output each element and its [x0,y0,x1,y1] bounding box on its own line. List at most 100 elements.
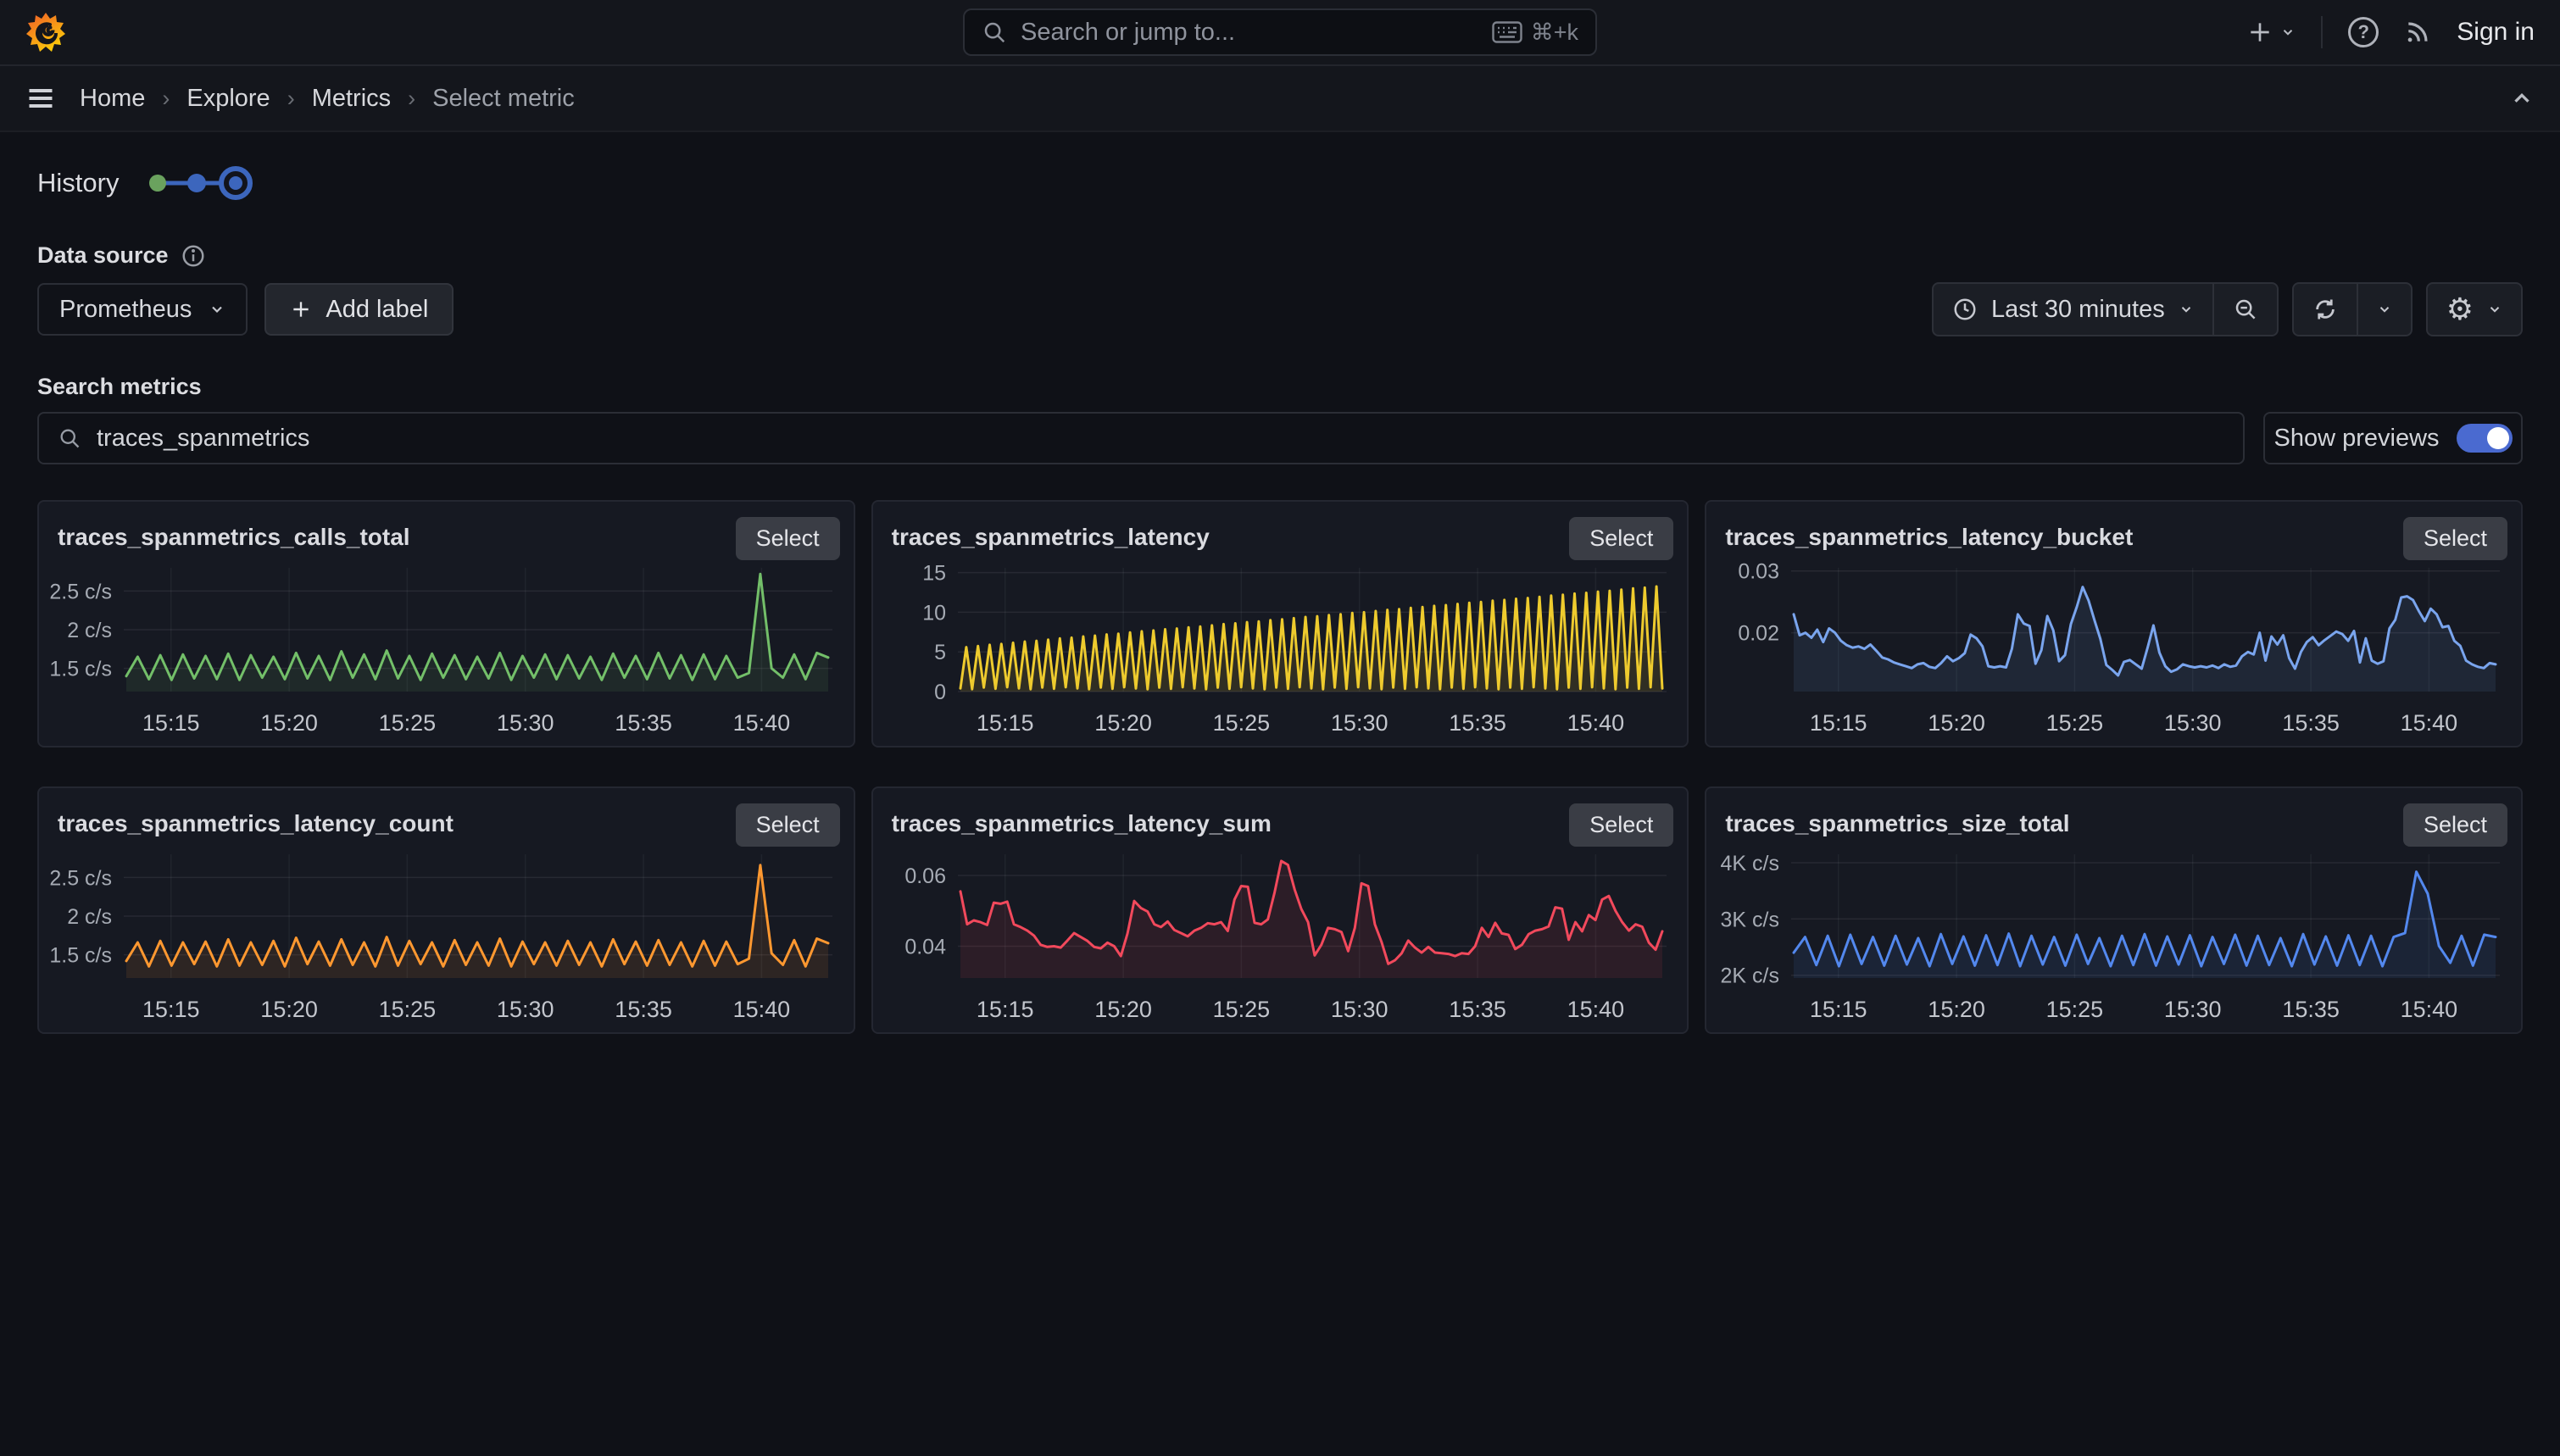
breadcrumb: Home › Explore › Metrics › Select metric [80,85,575,113]
svg-text:15:15: 15:15 [1810,710,1867,736]
svg-text:15:25: 15:25 [379,997,437,1022]
shortcut-label: ⌘+k [1531,19,1578,46]
add-new-button[interactable] [2246,19,2296,46]
zoom-out-button[interactable] [2212,284,2277,335]
settings-group: ⚙ [2426,282,2523,336]
svg-text:2 c/s: 2 c/s [67,905,112,929]
svg-text:0.02: 0.02 [1739,622,1780,646]
svg-text:0: 0 [934,681,946,704]
panel-title: traces_spanmetrics_size_total [1725,803,2069,837]
svg-text:0.04: 0.04 [904,936,946,959]
svg-text:2.5 c/s: 2.5 c/s [49,866,112,890]
data-source-label: Data source [37,242,169,269]
refresh-button[interactable] [2294,284,2357,335]
select-metric-button[interactable]: Select [2403,803,2507,847]
chevron-down-icon [209,301,225,318]
svg-text:15:15: 15:15 [142,997,200,1022]
zoom-out-icon [2233,297,2258,322]
top-nav-bar: Search or jump to... ⌘+k ? Sign in [0,0,2560,66]
grafana-logo[interactable] [25,12,66,53]
svg-text:15:30: 15:30 [497,997,554,1022]
metric-panel-latency-bucket: traces_spanmetrics_latency_bucket Select… [1705,500,2523,747]
svg-text:15:30: 15:30 [1331,997,1389,1022]
breadcrumb-home[interactable]: Home [80,85,145,113]
time-range-group: Last 30 minutes [1932,282,2279,336]
explore-metrics-page: History Data source Prometheus Add label [0,163,2560,1034]
svg-text:15:20: 15:20 [1094,710,1152,736]
svg-text:3K c/s: 3K c/s [1721,908,1779,931]
global-search-placeholder: Search or jump to... [1021,19,1235,47]
info-icon[interactable] [181,243,206,269]
svg-text:15:35: 15:35 [615,997,672,1022]
chevron-down-icon [2280,25,2296,40]
collapse-chevron-up-icon[interactable] [2509,86,2535,111]
metric-preview-chart: 1.5 c/s 2 c/s 2.5 c/s 15:15 15:20 15:25 15:30 1… [46,847,843,1029]
breadcrumb-separator: › [162,86,170,112]
svg-text:15:25: 15:25 [2046,997,2104,1022]
svg-text:15:15: 15:15 [1810,997,1867,1022]
breadcrumb-metrics[interactable]: Metrics [312,85,391,113]
data-source-value: Prometheus [59,296,192,324]
breadcrumb-select-metric: Select metric [432,85,575,113]
breadcrumb-separator: › [287,86,295,112]
refresh-icon [2312,297,2338,322]
svg-text:2.5 c/s: 2.5 c/s [49,580,112,603]
show-previews-label: Show previews [2273,425,2439,453]
svg-text:15:40: 15:40 [733,997,791,1022]
global-search-input[interactable]: Search or jump to... ⌘+k [963,8,1597,56]
metric-panel-latency: traces_spanmetrics_latency Select 051015… [871,500,1689,747]
history-step-mid [187,174,206,192]
plus-icon [290,298,312,320]
add-label-button[interactable]: Add label [264,283,454,336]
svg-text:15:15: 15:15 [142,710,200,736]
panel-title: traces_spanmetrics_latency_count [58,803,454,837]
news-rss-icon[interactable] [2404,19,2431,46]
svg-text:15:40: 15:40 [2401,997,2458,1022]
svg-text:15:20: 15:20 [1094,997,1152,1022]
select-metric-button[interactable]: Select [736,803,840,847]
show-previews-toggle[interactable] [2457,424,2513,453]
metric-preview-chart: 1.5 c/s2 c/s2.5 c/s15:1515:2015:2515:301… [46,561,843,742]
select-metric-button[interactable]: Select [736,517,840,560]
svg-text:15:35: 15:35 [2283,710,2340,736]
data-source-picker[interactable]: Prometheus [37,283,248,336]
svg-text:15:35: 15:35 [2283,997,2340,1022]
keyboard-icon [1492,21,1522,43]
search-icon [982,19,1007,45]
svg-text:15:30: 15:30 [2164,710,2222,736]
history-timeline[interactable] [146,163,258,203]
svg-text:15:35: 15:35 [615,710,672,736]
clock-icon [1952,297,1978,322]
sign-in-link[interactable]: Sign in [2457,18,2535,47]
svg-text:2K c/s: 2K c/s [1721,964,1779,988]
breadcrumb-explore[interactable]: Explore [186,85,270,113]
select-metric-button[interactable]: Select [1569,517,1673,560]
time-range-picker[interactable]: Last 30 minutes [1934,284,2212,335]
svg-text:1.5 c/s: 1.5 c/s [49,944,112,968]
time-range-value: Last 30 minutes [1991,296,2165,324]
select-metric-button[interactable]: Select [1569,803,1673,847]
svg-text:15:20: 15:20 [260,997,318,1022]
svg-text:15:35: 15:35 [1449,997,1506,1022]
svg-text:0.06: 0.06 [904,864,946,888]
svg-text:2 c/s: 2 c/s [67,619,112,642]
panel-title: traces_spanmetrics_latency_bucket [1725,517,2133,551]
refresh-interval-dropdown[interactable] [2357,284,2411,335]
svg-text:15: 15 [922,562,946,586]
metric-panel-calls-total: traces_spanmetrics_calls_total Select 1.… [37,500,855,747]
chevron-down-icon [2487,302,2502,317]
svg-text:15:20: 15:20 [1928,710,1986,736]
panel-title: traces_spanmetrics_latency [892,517,1210,551]
breadcrumb-bar: Home › Explore › Metrics › Select metric [0,66,2560,132]
help-icon[interactable]: ? [2348,17,2379,47]
topbar-divider [2321,16,2323,48]
metric-preview-chart: 2K c/s3K c/s4K c/s15:1515:2015:2515:3015… [1713,847,2511,1029]
menu-hamburger-icon[interactable] [25,83,56,114]
svg-text:5: 5 [934,641,946,664]
select-metric-button[interactable]: Select [2403,517,2507,560]
settings-button[interactable]: ⚙ [2428,284,2521,335]
metric-preview-chart: 0.040.0615:1515:2015:2515:3015:3515:40 [880,847,1678,1029]
metric-preview-chart: 0.020.0315:1515:2015:2515:3015:3515:40 [1713,561,2511,742]
svg-text:1.5 c/s: 1.5 c/s [49,658,112,681]
metrics-search-input[interactable]: traces_spanmetrics [37,412,2245,464]
